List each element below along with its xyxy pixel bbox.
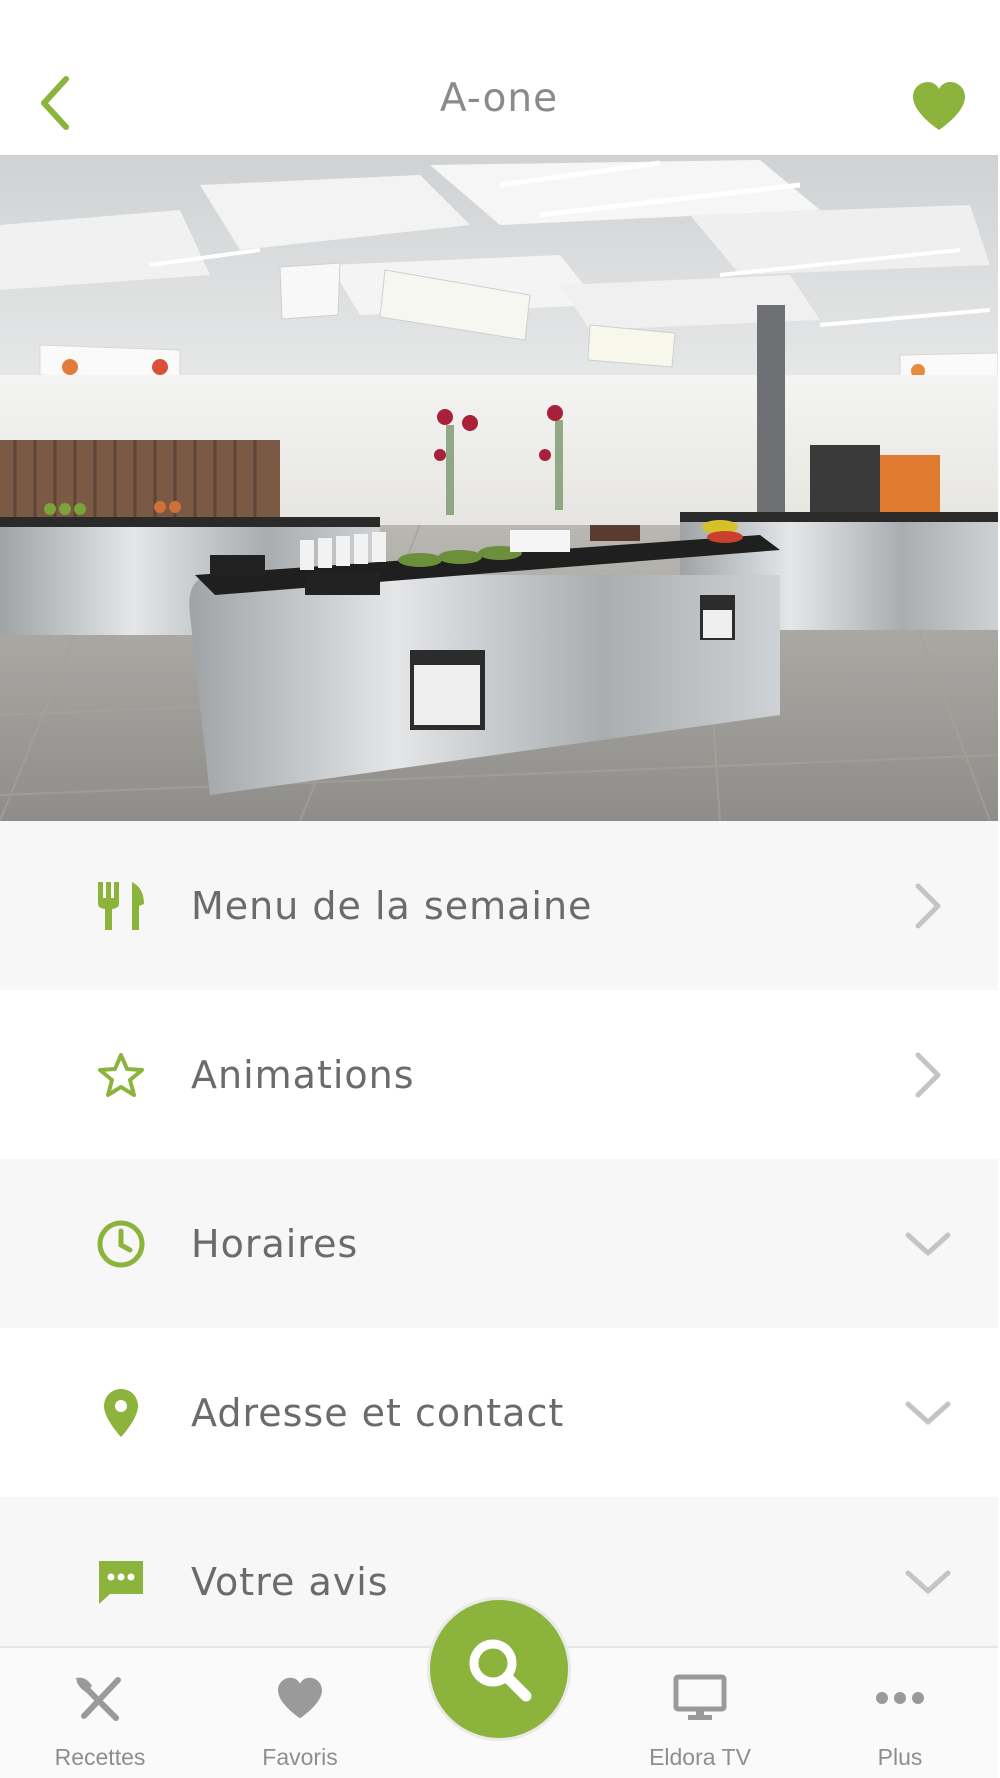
tab-eldora-tv[interactable]: Eldora TV bbox=[610, 1648, 790, 1778]
heart-icon bbox=[913, 82, 965, 130]
chat-bubble-icon bbox=[90, 1551, 152, 1613]
tab-label: Plus bbox=[877, 1744, 923, 1770]
restaurant-photo bbox=[0, 155, 998, 821]
chevron-down-icon bbox=[898, 1552, 958, 1612]
tab-plus[interactable]: Plus bbox=[810, 1648, 990, 1778]
tab-label: Eldora TV bbox=[649, 1744, 751, 1770]
chevron-right-icon bbox=[898, 1045, 958, 1105]
fork-knife-icon bbox=[90, 875, 152, 937]
monitor-icon bbox=[610, 1672, 790, 1724]
chevron-down-icon bbox=[898, 1383, 958, 1443]
chevron-left-icon bbox=[41, 76, 69, 130]
restaurant-menu-list: Menu de la semaine Animations Horaires A… bbox=[0, 821, 998, 1666]
chevron-right-icon bbox=[898, 876, 958, 936]
list-item-animations[interactable]: Animations bbox=[0, 990, 998, 1159]
top-bar: A-one bbox=[0, 0, 998, 155]
list-item-horaires[interactable]: Horaires bbox=[0, 1159, 998, 1328]
list-item-label: Votre avis bbox=[191, 1559, 389, 1604]
back-button[interactable] bbox=[30, 70, 80, 136]
chevron-down-icon bbox=[898, 1214, 958, 1274]
list-item-label: Horaires bbox=[191, 1221, 359, 1266]
app-screen: A-one Menu de la semaine Animations Hora… bbox=[0, 0, 998, 1778]
more-dots-icon bbox=[810, 1672, 990, 1724]
list-item-adresse-contact[interactable]: Adresse et contact bbox=[0, 1328, 998, 1497]
utensils-icon bbox=[10, 1672, 190, 1724]
star-icon bbox=[90, 1044, 152, 1106]
search-button[interactable] bbox=[427, 1597, 571, 1741]
tab-label: Favoris bbox=[262, 1744, 338, 1770]
page-title: A-one bbox=[439, 76, 559, 121]
tab-label: Recettes bbox=[54, 1744, 146, 1770]
clock-icon bbox=[90, 1213, 152, 1275]
favorite-button[interactable] bbox=[910, 80, 968, 132]
tab-favoris[interactable]: Favoris bbox=[210, 1648, 390, 1778]
list-item-label: Menu de la semaine bbox=[191, 883, 593, 928]
list-item-label: Adresse et contact bbox=[191, 1390, 565, 1435]
list-item-label: Animations bbox=[191, 1052, 415, 1097]
heart-icon bbox=[210, 1672, 390, 1724]
list-item-menu-semaine[interactable]: Menu de la semaine bbox=[0, 821, 998, 990]
tab-recettes[interactable]: Recettes bbox=[10, 1648, 190, 1778]
location-pin-icon bbox=[90, 1382, 152, 1444]
search-icon bbox=[469, 1639, 532, 1702]
